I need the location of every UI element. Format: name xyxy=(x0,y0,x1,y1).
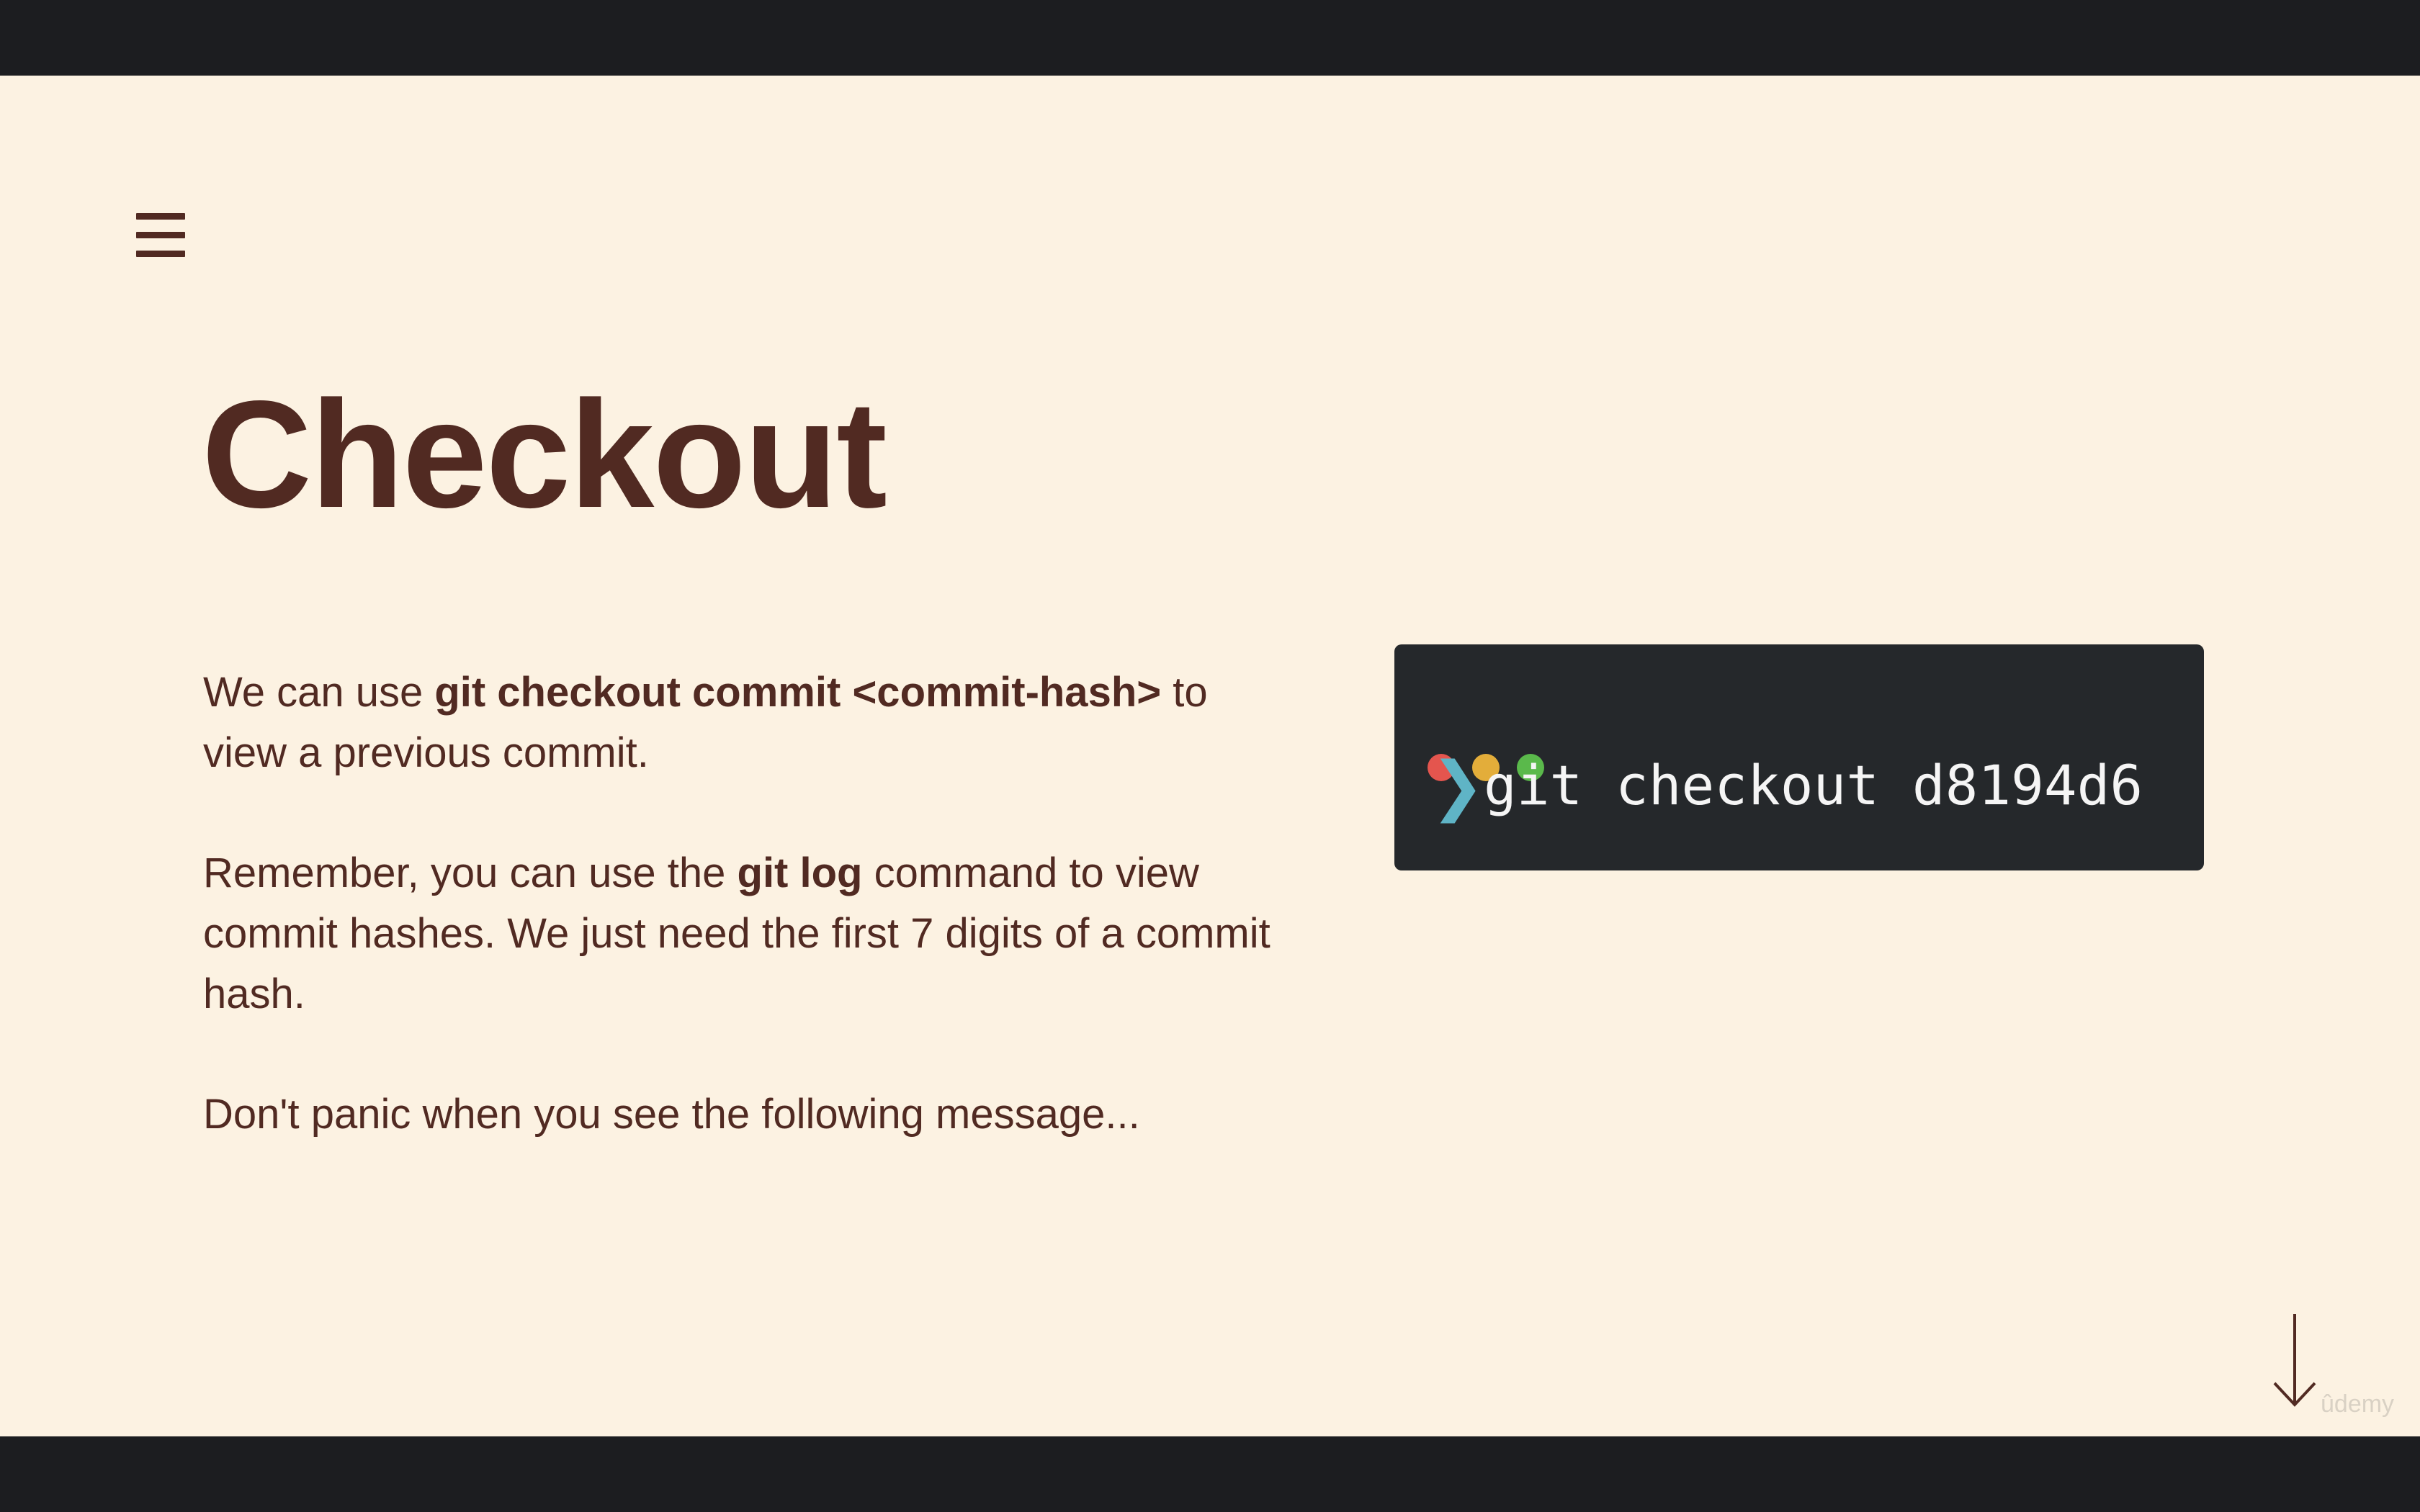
slide: Checkout We can use git checkout commit … xyxy=(0,76,2420,1436)
bold-code-text: <commit-hash> xyxy=(852,669,1162,716)
paragraph-git-log: Remember, you can use the git log comman… xyxy=(203,843,1283,1025)
paragraph-text: Remember, you can use the xyxy=(203,850,738,896)
prompt-chevron-icon: ❯ xyxy=(1430,748,1485,824)
slide-body: We can use git checkout commit <commit-h… xyxy=(203,662,1283,1205)
udemy-watermark: ûdemy xyxy=(2321,1390,2395,1418)
terminal-window: ❯ git checkout d8194d6 xyxy=(1394,644,2204,870)
paragraph-text: Don't panic when you see the following m… xyxy=(203,1091,1140,1138)
down-arrow-icon[interactable] xyxy=(2272,1313,2317,1408)
paragraph-dont-panic: Don't panic when you see the following m… xyxy=(203,1084,1283,1145)
bold-code-text: git log xyxy=(737,850,863,896)
paragraph-text xyxy=(841,669,852,716)
bold-code-text: git checkout commit xyxy=(434,669,841,716)
hamburger-menu-icon[interactable] xyxy=(136,210,185,261)
terminal-command: git checkout d8194d6 xyxy=(1484,753,2143,817)
slide-title: Checkout xyxy=(202,369,887,539)
paragraph-checkout: We can use git checkout commit <commit-h… xyxy=(203,662,1283,783)
video-frame: Checkout We can use git checkout commit … xyxy=(0,0,2420,1512)
paragraph-text: We can use xyxy=(203,669,435,716)
